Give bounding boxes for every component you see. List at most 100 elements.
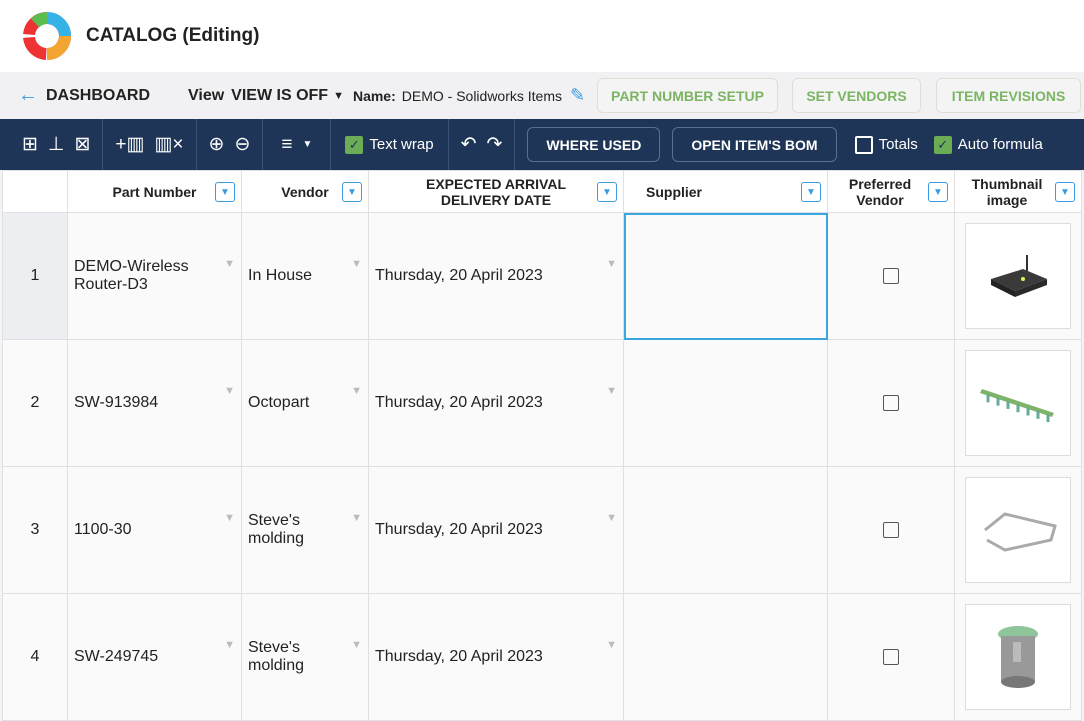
add-row-icon[interactable]: ⊥	[48, 133, 65, 156]
preferred-vendor-cell[interactable]	[827, 212, 955, 340]
add-column-icon[interactable]: +▥	[115, 133, 144, 156]
column-header-vendor[interactable]: Vendor ▼	[241, 170, 369, 213]
move-up-icon[interactable]: ⊕	[209, 133, 225, 156]
thumbnail-image[interactable]	[965, 604, 1071, 710]
align-dropdown-icon[interactable]: ▼	[302, 139, 312, 150]
cell-dropdown-icon[interactable]: ▼	[606, 258, 617, 270]
supplier-cell[interactable]	[623, 593, 828, 721]
title-bar: CATALOG (Editing)	[0, 0, 1084, 72]
where-used-button[interactable]: WHERE USED	[527, 127, 661, 162]
filter-icon[interactable]: ▼	[1055, 182, 1075, 202]
cell-dropdown-icon[interactable]: ▼	[351, 639, 362, 651]
supplier-cell[interactable]	[623, 339, 828, 467]
date-cell[interactable]: Thursday, 20 April 2023 ▼	[368, 593, 624, 721]
part-number-setup-button[interactable]: PART NUMBER SETUP	[597, 78, 778, 113]
thumbnail-image[interactable]	[965, 477, 1071, 583]
auto-formula-label: Auto formula	[957, 136, 1043, 153]
cell-dropdown-icon[interactable]: ▼	[351, 512, 362, 524]
chevron-down-icon[interactable]: ▼	[333, 90, 344, 102]
preferred-vendor-cell[interactable]	[827, 593, 955, 721]
catalog-table: Part Number ▼ Vendor ▼ EXPECTED ARRIVAL DE…	[2, 170, 1082, 721]
delete-column-icon[interactable]: ▥×	[154, 133, 183, 156]
delete-row-icon[interactable]: ⊠	[74, 133, 90, 156]
edit-pencil-icon[interactable]: ✎	[570, 85, 585, 106]
thumbnail-image[interactable]	[965, 223, 1071, 329]
cell-dropdown-icon[interactable]: ▼	[606, 385, 617, 397]
preferred-vendor-cell[interactable]	[827, 339, 955, 467]
row-number[interactable]: 2	[2, 339, 68, 467]
cell-dropdown-icon[interactable]: ▼	[224, 258, 235, 270]
column-header-date[interactable]: EXPECTED ARRIVAL DELIVERY DATE ▼	[368, 170, 624, 213]
app-title: CATALOG (Editing)	[86, 25, 260, 46]
cell-dropdown-icon[interactable]: ▼	[351, 385, 362, 397]
toolbar: ⊞ ⊥ ⊠ +▥ ▥× ⊕ ⊖ ≡ ▼ ✓ Text wrap ↶ ↷ WHER…	[0, 119, 1084, 170]
vendor-cell[interactable]: Steve's molding ▼	[241, 466, 369, 594]
date-cell[interactable]: Thursday, 20 April 2023 ▼	[368, 212, 624, 340]
filter-icon[interactable]: ▼	[342, 182, 362, 202]
part-number-cell[interactable]: SW-913984 ▼	[67, 339, 242, 467]
cell-dropdown-icon[interactable]: ▼	[224, 385, 235, 397]
thumbnail-cell[interactable]	[954, 466, 1082, 594]
thumbnail-image[interactable]	[965, 350, 1071, 456]
row-number[interactable]: 4	[2, 593, 68, 721]
filter-icon[interactable]: ▼	[215, 182, 235, 202]
table-row: 2 SW-913984 ▼ Octopart ▼ Thursday, 20 Apri…	[2, 339, 1082, 467]
cell-dropdown-icon[interactable]: ▼	[224, 512, 235, 524]
cell-dropdown-icon[interactable]: ▼	[606, 512, 617, 524]
item-revisions-button[interactable]: ITEM REVISIONS	[936, 78, 1081, 113]
cell-dropdown-icon[interactable]: ▼	[224, 639, 235, 651]
vendor-cell[interactable]: Octopart ▼	[241, 339, 369, 467]
part-number-cell[interactable]: DEMO-Wireless Router-D3 ▼	[67, 212, 242, 340]
supplier-cell[interactable]	[623, 466, 828, 594]
preferred-vendor-checkbox[interactable]	[883, 395, 899, 411]
preferred-vendor-checkbox[interactable]	[883, 268, 899, 284]
date-cell[interactable]: Thursday, 20 April 2023 ▼	[368, 466, 624, 594]
cell-dropdown-icon[interactable]: ▼	[351, 258, 362, 270]
row-number[interactable]: 1	[2, 212, 68, 340]
name-label: Name:	[352, 87, 396, 104]
align-left-icon[interactable]: ≡	[281, 134, 292, 156]
totals-checkbox[interactable]	[854, 135, 873, 154]
preferred-vendor-checkbox[interactable]	[883, 649, 899, 665]
back-arrow-icon[interactable]: ←	[18, 84, 38, 107]
vendor-cell[interactable]: Steve's molding ▼	[241, 593, 369, 721]
thumbnail-cell[interactable]	[954, 593, 1082, 721]
text-wrap-checkbox[interactable]: ✓	[345, 135, 364, 154]
part-number-cell[interactable]: SW-249745 ▼	[67, 593, 242, 721]
column-header-preferred-vendor[interactable]: Preferred Vendor ▼	[827, 170, 955, 213]
date-cell[interactable]: Thursday, 20 April 2023 ▼	[368, 339, 624, 467]
auto-formula-checkbox[interactable]: ✓	[933, 135, 952, 154]
filter-icon[interactable]: ▼	[597, 182, 617, 202]
thumbnail-cell[interactable]	[954, 339, 1082, 467]
row-number-header	[2, 170, 68, 213]
filter-icon[interactable]: ▼	[928, 182, 948, 202]
vendor-cell[interactable]: In House ▼	[241, 212, 369, 340]
filter-icon[interactable]: ▼	[801, 182, 821, 202]
dashboard-link[interactable]: DASHBOARD	[46, 87, 150, 105]
redo-icon[interactable]: ↷	[487, 133, 503, 156]
row-number[interactable]: 3	[2, 466, 68, 594]
app-logo-icon	[23, 12, 71, 60]
header-row: Part Number ▼ Vendor ▼ EXPECTED ARRIVAL DE…	[2, 170, 1082, 213]
view-select[interactable]: VIEW IS OFF	[231, 87, 328, 105]
preferred-vendor-checkbox[interactable]	[883, 522, 899, 538]
thumbnail-cell[interactable]	[954, 212, 1082, 340]
cell-dropdown-icon[interactable]: ▼	[606, 639, 617, 651]
view-label: View	[188, 86, 225, 104]
undo-icon[interactable]: ↶	[461, 133, 477, 156]
table-row: 4 SW-249745 ▼ Steve's molding ▼ Thursday, …	[2, 593, 1082, 721]
insert-row-icon[interactable]: ⊞	[22, 133, 38, 156]
column-header-supplier[interactable]: Supplier ▼	[623, 170, 828, 213]
preferred-vendor-cell[interactable]	[827, 466, 955, 594]
supplier-cell[interactable]	[623, 212, 828, 340]
table-row: 3 1100-30 ▼ Steve's molding ▼ Thursday, 20…	[2, 466, 1082, 594]
move-down-icon[interactable]: ⊖	[234, 133, 250, 156]
column-header-part-number[interactable]: Part Number ▼	[67, 170, 242, 213]
column-header-thumbnail[interactable]: Thumbnail image ▼	[954, 170, 1082, 213]
name-value: DEMO - Solidworks Items	[401, 87, 562, 104]
open-bom-button[interactable]: OPEN ITEM'S BOM	[672, 127, 837, 162]
text-wrap-label: Text wrap	[369, 136, 434, 153]
part-number-cell[interactable]: 1100-30 ▼	[67, 466, 242, 594]
nav-bar: ← DASHBOARD View VIEW IS OFF ▼ Name: DEM…	[0, 72, 1084, 119]
set-vendors-button[interactable]: SET VENDORS	[792, 78, 921, 113]
